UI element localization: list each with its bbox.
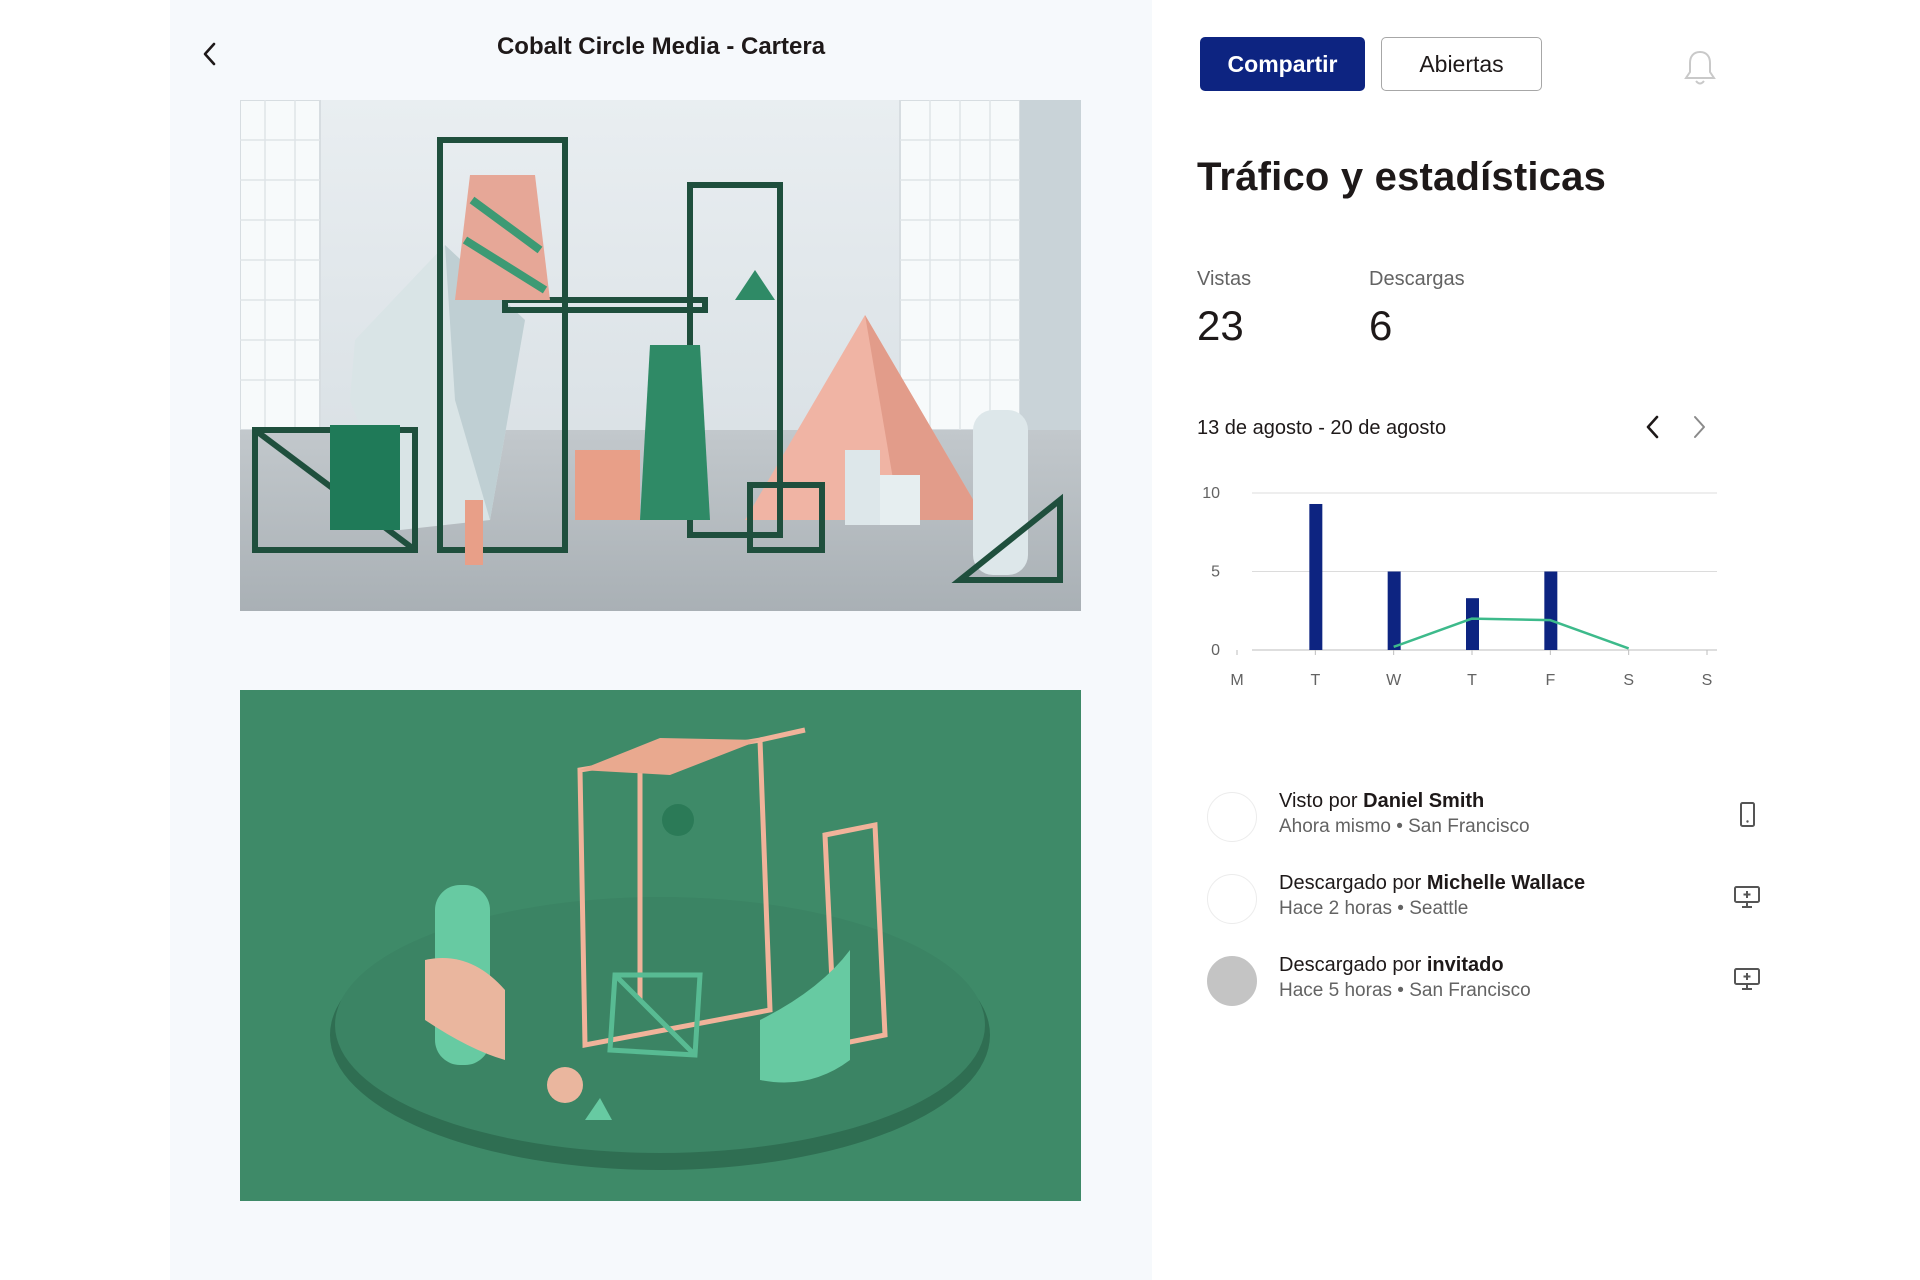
activity-detail: Hace 2 horas • Seattle — [1279, 898, 1469, 919]
downloads-value: 6 — [1369, 302, 1393, 349]
bar — [1544, 571, 1558, 650]
desktop-icon — [1732, 964, 1762, 994]
date-range: 13 de agosto - 20 de agosto — [1197, 417, 1447, 439]
x-tick-label: W — [1386, 672, 1402, 689]
activity-item[interactable]: Visto por Daniel Smith Ahora mismo • San … — [1207, 790, 1755, 850]
x-tick-label: M — [1230, 672, 1243, 689]
previous-week-button[interactable] — [1636, 410, 1670, 444]
activity-title: Descargado por invitado — [1279, 954, 1504, 977]
x-tick-label: T — [1310, 672, 1320, 689]
preview-image-platform[interactable] — [240, 690, 1081, 1201]
activity-action: Descargado por — [1279, 872, 1427, 894]
y-tick-label: 0 — [1211, 642, 1220, 659]
activity-action: Visto por — [1279, 790, 1364, 812]
activity-user: Michelle Wallace — [1426, 872, 1586, 894]
chevron-right-icon — [1694, 416, 1705, 438]
activity-item[interactable]: Descargado por invitado Hace 5 horas • Sa… — [1207, 954, 1760, 1014]
stats-panel: Compartir Abiertas Tráfico y estadística… — [1152, 0, 1920, 1280]
traffic-chart: 0 5 10 M T W T F S S — [1202, 485, 1717, 689]
activity-title: Descargado por Michelle Wallace — [1279, 872, 1585, 895]
y-tick-label: 10 — [1202, 485, 1220, 502]
bar — [1466, 598, 1479, 650]
x-tick-label: F — [1545, 672, 1555, 689]
chevron-left-icon — [1646, 415, 1659, 439]
activity-user: invitado — [1426, 954, 1504, 976]
x-tick-label: S — [1702, 672, 1713, 689]
activity-action: Descargado por — [1279, 954, 1427, 976]
bar — [1387, 571, 1401, 650]
bell-icon — [1684, 50, 1716, 85]
next-week-button[interactable] — [1682, 410, 1716, 444]
activity-item[interactable]: Descargado por Michelle Wallace Hace 2 ho… — [1207, 872, 1760, 932]
preview-image-showroom[interactable] — [240, 100, 1081, 611]
activity-detail: Ahora mismo • San Francisco — [1279, 816, 1530, 837]
avatar — [1207, 874, 1257, 924]
avatar — [1207, 956, 1257, 1006]
document-title: Cobalt Circle Media - Cartera — [496, 33, 826, 60]
x-tick-label: T — [1467, 672, 1477, 689]
x-tick-label: S — [1623, 672, 1634, 689]
line-series — [1393, 617, 1630, 650]
activity-user: Daniel Smith — [1363, 790, 1485, 812]
activity-detail: Hace 5 horas • San Francisco — [1279, 980, 1531, 1001]
activity-title: Visto por Daniel Smith — [1279, 790, 1484, 813]
y-tick-label: 5 — [1211, 564, 1220, 581]
stats-title: Tráfico y estadísticas — [1197, 155, 1607, 199]
notifications-button[interactable] — [1682, 48, 1718, 88]
views-label: Vistas — [1197, 268, 1252, 290]
mobile-icon — [1732, 800, 1762, 830]
avatar — [1207, 792, 1257, 842]
bar — [1309, 503, 1323, 650]
share-button[interactable]: Compartir — [1200, 37, 1365, 91]
downloads-label: Descargas — [1369, 268, 1465, 290]
views-value: 23 — [1197, 302, 1244, 349]
preview-panel: Cobalt Circle Media - Cartera — [170, 0, 1152, 1280]
open-button[interactable]: Abiertas — [1381, 37, 1542, 91]
desktop-icon — [1732, 882, 1762, 912]
